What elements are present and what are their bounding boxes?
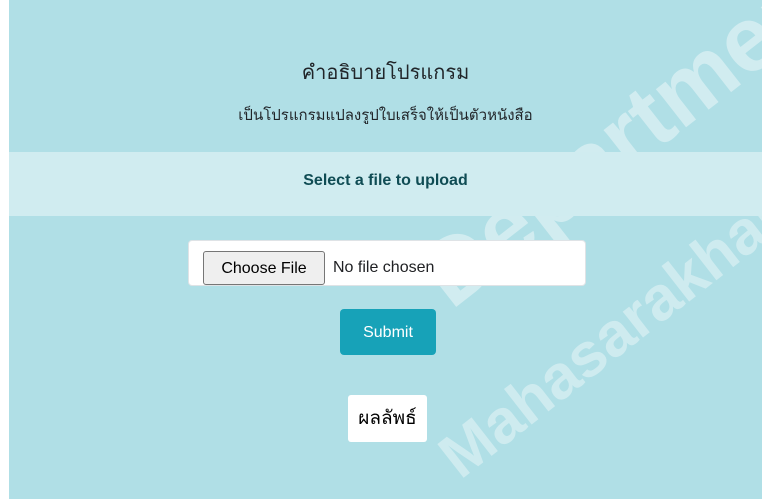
page-frame: Department Mahasarakham Univ คำอธิบายโปร…: [9, 0, 762, 499]
upload-label: Select a file to upload: [303, 172, 468, 189]
choose-file-button[interactable]: Choose File: [203, 251, 325, 285]
upload-header-band: Select a file to upload: [9, 152, 762, 216]
page-description: เป็นโปรแกรมแปลงรูปใบเสร็จให้เป็นตัวหนังส…: [238, 106, 533, 124]
page-title: คำอธิบายโปรแกรม: [301, 60, 470, 84]
file-status-text: No file chosen: [333, 259, 435, 276]
submit-button[interactable]: Submit: [340, 309, 436, 355]
result-output: ผลลัพธ์: [348, 395, 427, 442]
file-input[interactable]: Choose File No file chosen: [188, 240, 586, 286]
